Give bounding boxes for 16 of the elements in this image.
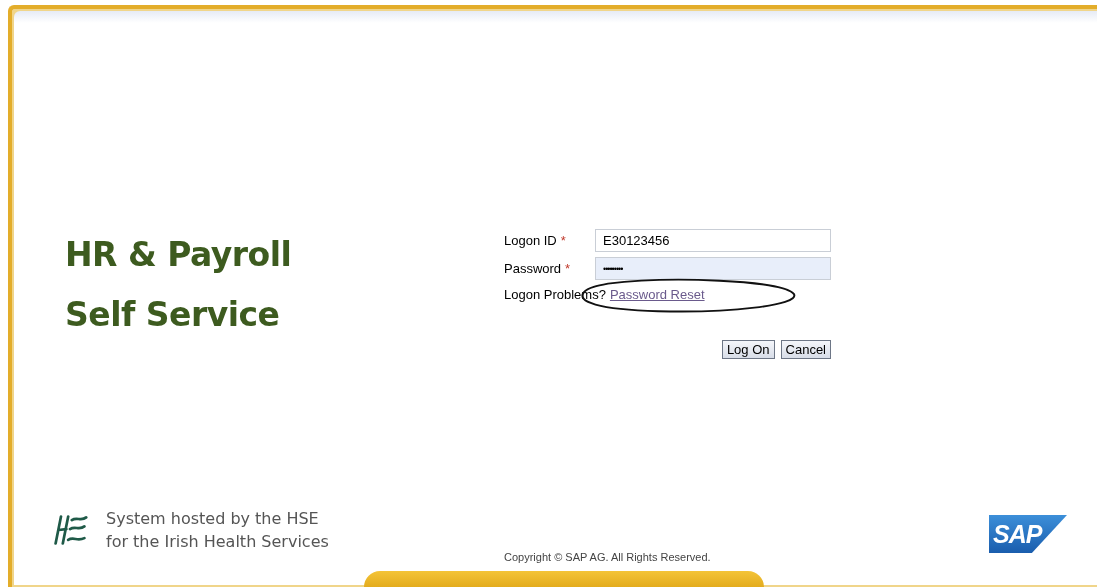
hosted-by-text: for the Irish Health Services [106,531,329,553]
sap-logo: SAP [989,515,1067,553]
app-title: Self Service [65,294,281,336]
form-button[interactable]: Cancel [780,340,831,359]
field-label: Logon ID [504,233,557,248]
password-field[interactable]: ••••••••• [595,257,831,280]
password-reset-link[interactable]: Password Reset [609,287,705,302]
copyright-text: Copyright © SAP AG. All Rights Reserved. [504,551,711,563]
logon-id-field[interactable]: E30123456 [595,229,831,252]
required-mark: * [560,233,566,248]
required-mark: * [565,261,571,276]
hosted-by-text: System hosted by the HSE [106,508,320,530]
form-button[interactable]: Log On [721,340,775,359]
app-title: HR & Payroll [65,234,293,276]
hse-logo-icon [52,514,88,546]
field-label: Password [504,261,562,276]
